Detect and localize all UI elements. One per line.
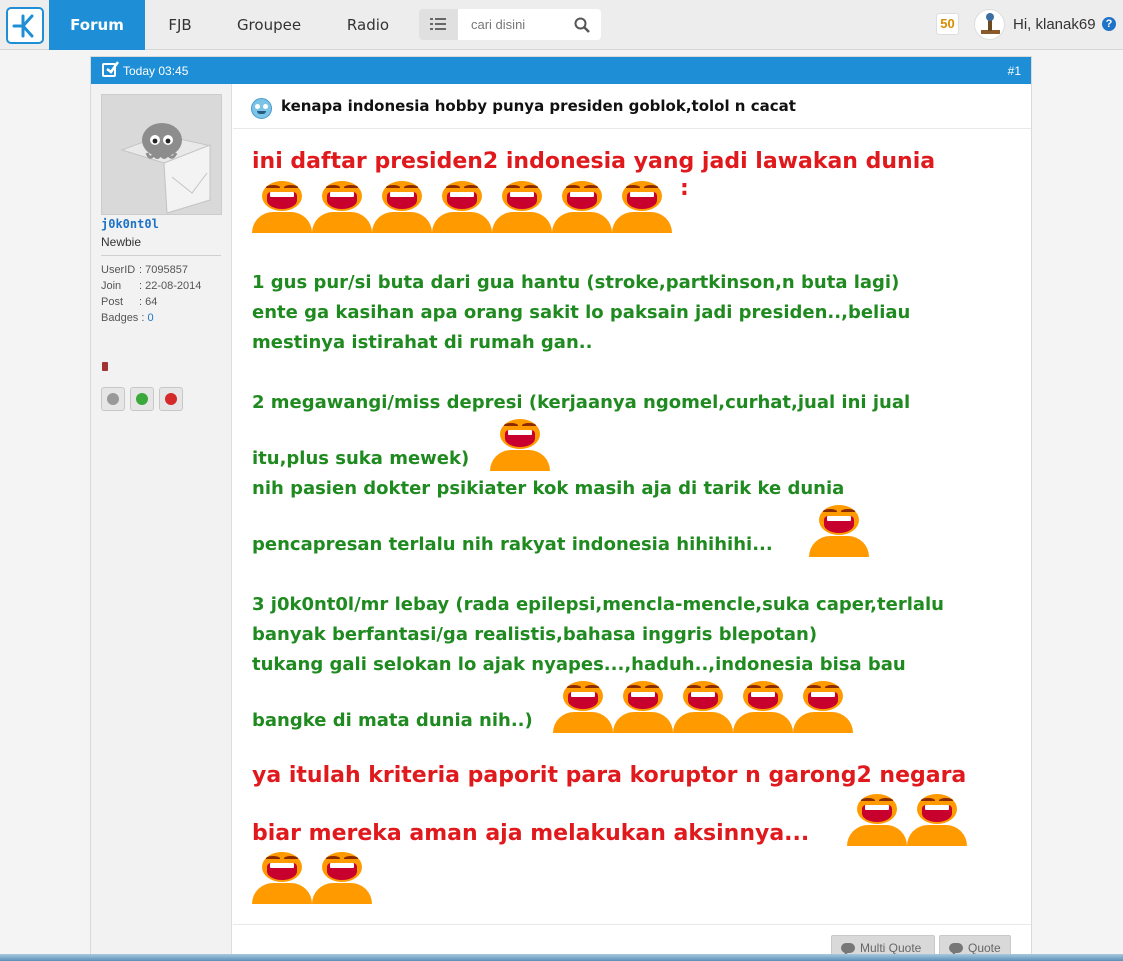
post-text-line: ini daftar presiden2 indonesia yang jadi… <box>252 149 936 174</box>
laugh-emoticon-icon <box>809 505 869 557</box>
post-text-line: banyak berfantasi/ga realistis,bahasa in… <box>252 624 818 645</box>
stat-userid: UserID: 7095857 <box>101 264 188 276</box>
laugh-emoticon-icon <box>793 681 853 733</box>
report-post-button[interactable] <box>159 387 183 411</box>
thread-smiley-icon <box>251 98 272 119</box>
laugh-emoticon-icon <box>613 681 673 733</box>
post-text-line: tukang gali selokan lo ajak nyapes...,ha… <box>252 654 906 675</box>
post-text-line: 1 gus pur/si buta dari gua hantu (stroke… <box>252 272 900 293</box>
check-icon[interactable] <box>102 61 119 77</box>
laugh-emoticon-icon <box>847 794 907 846</box>
post-text-line: 2 megawangi/miss depresi (kerjaanya ngom… <box>252 392 911 413</box>
laugh-emoticon-icon <box>312 181 372 233</box>
laugh-emoticon-icon <box>612 181 672 233</box>
post-text-line: 3 j0k0nt0l/mr lebay (rada epilepsi,mencl… <box>252 594 944 615</box>
post-text-line: pencapresan terlalu nih rakyat indonesia… <box>252 534 773 555</box>
tab-groupee[interactable]: Groupee <box>224 0 314 50</box>
taskbar-edge <box>0 954 1123 961</box>
post-text-line: nih pasien dokter psikiater kok masih aj… <box>252 478 845 499</box>
kaskus-logo-icon[interactable] <box>6 7 44 44</box>
post-number-link[interactable]: #1 <box>1008 64 1021 78</box>
tab-radio[interactable]: Radio <box>332 0 404 50</box>
stat-post: Post: 64 <box>101 296 158 308</box>
search-icon[interactable] <box>574 17 590 33</box>
post-content: kenapa indonesia hobby punya presiden go… <box>233 84 1031 961</box>
post-timestamp: Today 03:45 <box>123 64 189 78</box>
post-text-line: ente ga kasihan apa orang sakit lo paksa… <box>252 302 911 323</box>
speech-bubble-icon <box>949 943 963 955</box>
poster-sidebar: j0k0nt0l Newbie UserID: 7095857 Join: 22… <box>91 84 232 961</box>
poster-rank: Newbie <box>101 235 142 249</box>
laugh-emoticon-icon <box>907 794 967 846</box>
reputation-bar <box>102 362 108 371</box>
avatar[interactable] <box>974 9 1005 40</box>
badges-link[interactable]: 0 <box>147 312 153 324</box>
search-box <box>458 9 601 40</box>
speech-bubble-icon <box>841 943 855 955</box>
notification-badge[interactable]: 50 <box>936 13 959 35</box>
post-header: Today 03:45 #1 <box>91 57 1031 84</box>
thread-title-row: kenapa indonesia hobby punya presiden go… <box>233 84 1031 129</box>
post-container: Today 03:45 #1 j0k0nt0l Newbie UserID: 7… <box>90 56 1032 961</box>
post-text-line: : <box>680 176 689 201</box>
laugh-emoticon-icon <box>552 181 612 233</box>
laugh-emoticon-icon <box>733 681 793 733</box>
search-input[interactable] <box>458 9 563 40</box>
post-text-line: mestinya istirahat di rumah gan.. <box>252 332 593 353</box>
divider <box>101 255 221 256</box>
list-icon[interactable] <box>419 9 458 40</box>
laugh-emoticon-icon <box>432 181 492 233</box>
laugh-emoticon-icon <box>490 419 550 471</box>
post-text-line: biar mereka aman aja melakukan aksinnya.… <box>252 821 810 846</box>
tab-forum[interactable]: Forum <box>49 0 145 50</box>
laugh-emoticon-icon <box>252 181 312 233</box>
post-text-line: bangke di mata dunia nih..) <box>252 710 533 731</box>
top-navbar: Forum FJB Groupee Radio 50 Hi, klanak69 … <box>0 0 1123 50</box>
laugh-emoticon-icon <box>673 681 733 733</box>
poster-username[interactable]: j0k0nt0l <box>101 217 159 231</box>
laugh-emoticon-icon <box>372 181 432 233</box>
laugh-emoticon-icon <box>492 181 552 233</box>
post-text-line: ya itulah kriteria paporit para koruptor… <box>252 763 967 788</box>
thread-title: kenapa indonesia hobby punya presiden go… <box>281 97 796 115</box>
user-greeting[interactable]: Hi, klanak69 <box>1013 16 1096 33</box>
laugh-emoticon-icon <box>553 681 613 733</box>
post-text-line: itu,plus suka mewek) <box>252 448 470 469</box>
tab-fjb[interactable]: FJB <box>150 0 210 50</box>
stat-join: Join: 22-08-2014 <box>101 280 202 292</box>
add-reputation-button[interactable] <box>130 387 154 411</box>
ignore-user-button[interactable] <box>101 387 125 411</box>
help-icon[interactable]: ? <box>1102 17 1116 31</box>
laugh-emoticon-icon <box>252 852 312 904</box>
stat-badges: Badges : 0 <box>101 312 154 324</box>
laugh-emoticon-icon <box>312 852 372 904</box>
poster-avatar[interactable] <box>101 94 222 215</box>
